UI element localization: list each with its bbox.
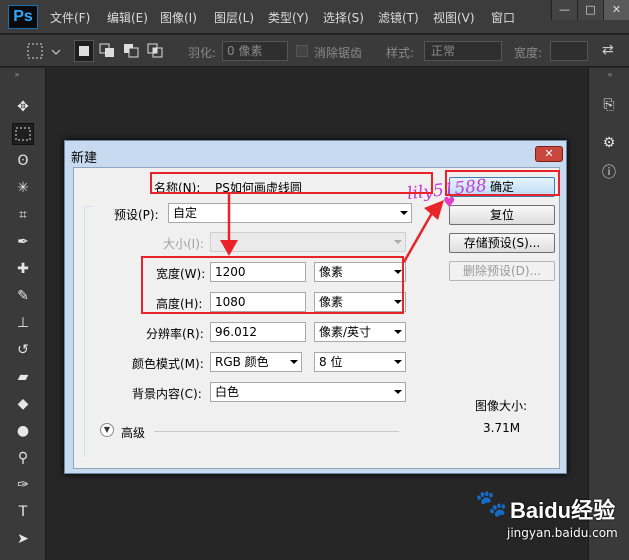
- arrow-down-head: [220, 240, 238, 256]
- arrow-up-head: [424, 200, 444, 220]
- paw-icon: 🐾: [475, 489, 508, 519]
- annotation-arrows: [220, 194, 444, 263]
- arrow-up-line: [402, 212, 434, 263]
- brand-url: jingyan.baidu.com: [507, 526, 618, 540]
- brand-name: Baidu经验: [510, 498, 616, 523]
